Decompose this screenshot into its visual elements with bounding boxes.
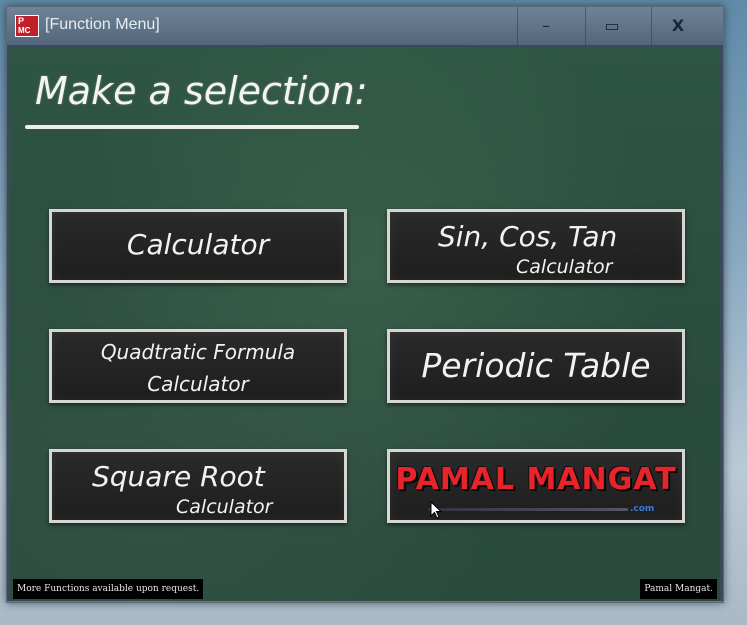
- chalkboard-panel: Make a selection: Calculator Sin, Cos, T…: [10, 47, 720, 601]
- brand-underline: [428, 508, 628, 511]
- periodic-button-label: Periodic Table: [421, 346, 651, 385]
- quadratic-formula-calculator-button[interactable]: Quadtratic Formula Calculator: [49, 329, 347, 403]
- brand-logo-text: PAMAL MANGAT: [395, 462, 677, 497]
- titlebar-separator: [651, 7, 652, 45]
- author-credit: Pamal Mangat.: [640, 579, 717, 599]
- app-icon-letters-mc: MC: [18, 26, 31, 35]
- pamal-mangat-website-button[interactable]: PAMAL MANGAT .com: [387, 449, 685, 523]
- window-bottom-border: [7, 601, 723, 602]
- page-heading: Make a selection:: [35, 69, 368, 113]
- square-root-button-label-line2: Calculator: [176, 496, 273, 518]
- trig-button-label-line1: Sin, Cos, Tan: [438, 220, 618, 253]
- function-menu-window: P MC [Function Menu] – ▭ X Make a select…: [6, 6, 724, 603]
- quadratic-button-label-line1: Quadtratic Formula: [100, 340, 296, 364]
- arrow-cursor-icon: [430, 501, 442, 519]
- brand-logo-suffix: .com: [630, 504, 655, 514]
- calculator-button[interactable]: Calculator: [49, 209, 347, 283]
- app-icon-letter-p: P: [18, 16, 25, 26]
- square-root-calculator-button[interactable]: Square Root Calculator: [49, 449, 347, 523]
- heading-underline: [25, 125, 359, 129]
- window-title: [Function Menu]: [45, 16, 160, 33]
- title-bar[interactable]: P MC [Function Menu] – ▭ X: [7, 7, 723, 45]
- titlebar-separator: [517, 7, 518, 45]
- calculator-button-label: Calculator: [126, 228, 270, 261]
- maximize-button[interactable]: ▭: [589, 7, 635, 45]
- square-root-button-label-line1: Square Root: [92, 460, 265, 493]
- periodic-table-button[interactable]: Periodic Table: [387, 329, 685, 403]
- more-functions-note: More Functions available upon request.: [13, 579, 204, 599]
- app-icon[interactable]: P MC: [15, 15, 39, 37]
- trig-button-label-line2: Calculator: [516, 256, 613, 278]
- quadratic-button-label-line2: Calculator: [147, 372, 249, 396]
- close-button[interactable]: X: [655, 7, 701, 45]
- titlebar-separator: [585, 7, 586, 45]
- sin-cos-tan-calculator-button[interactable]: Sin, Cos, Tan Calculator: [387, 209, 685, 283]
- minimize-button[interactable]: –: [523, 7, 569, 45]
